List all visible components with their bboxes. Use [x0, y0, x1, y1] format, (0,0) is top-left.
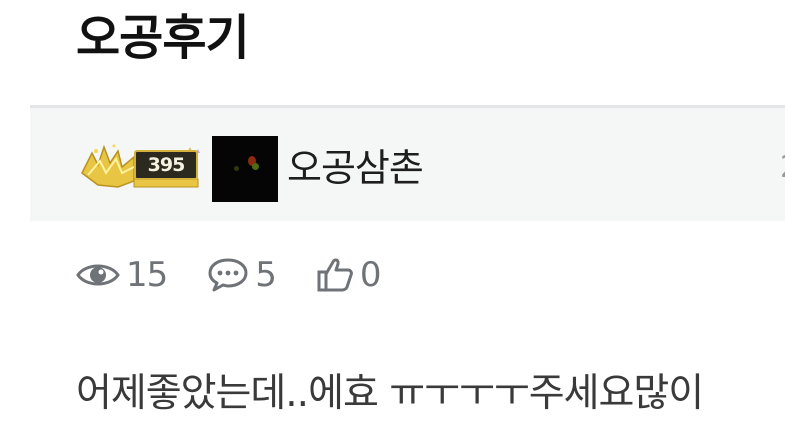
- likes-count: 0: [359, 255, 382, 295]
- views-stat: 15: [76, 253, 168, 297]
- post-page: 오공후기 395 오공삼촌 2: [0, 0, 785, 427]
- thumbs-up-icon[interactable]: [316, 256, 354, 294]
- comment-bubble-icon: [207, 257, 249, 293]
- level-number: 395: [134, 150, 198, 180]
- level-badge: 395: [78, 143, 202, 189]
- post-stats: 15 5 0: [76, 250, 421, 300]
- post-title: 오공후기: [76, 10, 250, 66]
- comments-count: 5: [255, 255, 277, 295]
- author-name[interactable]: 오공삼촌: [287, 143, 424, 193]
- post-body: 어제좋았는데..에효 ㅠㅜㅜㅜ주세요많이: [76, 371, 704, 416]
- author-meta-partial: 2: [780, 148, 785, 188]
- views-count: 15: [126, 255, 168, 295]
- likes-stat[interactable]: 0: [316, 253, 382, 297]
- avatar[interactable]: [212, 136, 278, 202]
- comments-stat: 5: [207, 253, 277, 297]
- eye-icon: [76, 260, 120, 290]
- author-bar: 395 오공삼촌 2: [30, 105, 785, 221]
